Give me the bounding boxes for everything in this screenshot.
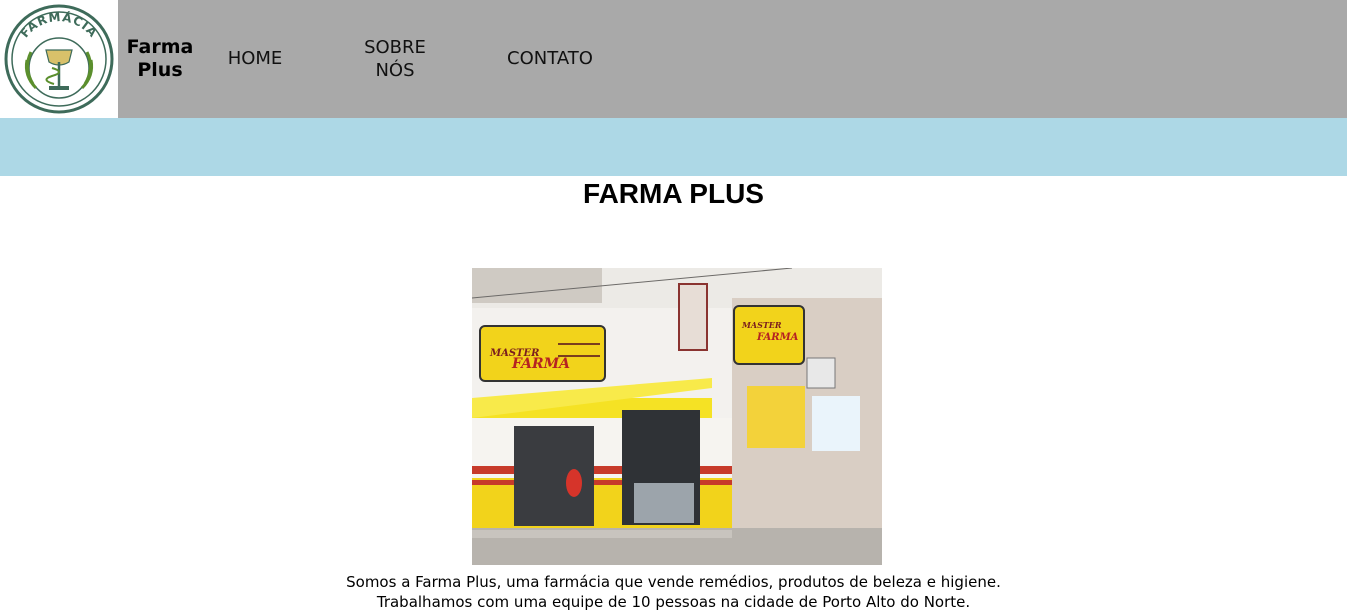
svg-text:MASTER: MASTER — [741, 320, 782, 330]
hero-band — [0, 118, 1347, 176]
page-title: FARMA PLUS — [583, 178, 764, 209]
intro-paragraph-2: Trabalhamos com uma equipe de 10 pessoas… — [376, 593, 971, 611]
brand-name: Farma Plus — [126, 36, 194, 81]
nav-contato-link[interactable]: CONTATO — [495, 47, 605, 70]
pharmacy-logo[interactable]: FARMÁCIA — [0, 0, 118, 118]
storefront-photo: MASTER FARMA MASTER FARMA — [472, 268, 882, 565]
nav-sobre-nos-link[interactable]: SOBRE NÓS — [350, 36, 440, 82]
nav-home-link[interactable]: HOME — [210, 47, 300, 70]
intro-paragraph-1: Somos a Farma Plus, uma farmácia que ven… — [346, 573, 1001, 591]
site-header: FARMÁCIA Farma Plus HOME SOBRE NÓS CONTA… — [0, 0, 1347, 118]
pharmacy-logo-icon: FARMÁCIA — [4, 4, 114, 114]
sign-brand-main: FARMA — [511, 356, 570, 372]
svg-text:FARMA: FARMA — [756, 332, 799, 343]
